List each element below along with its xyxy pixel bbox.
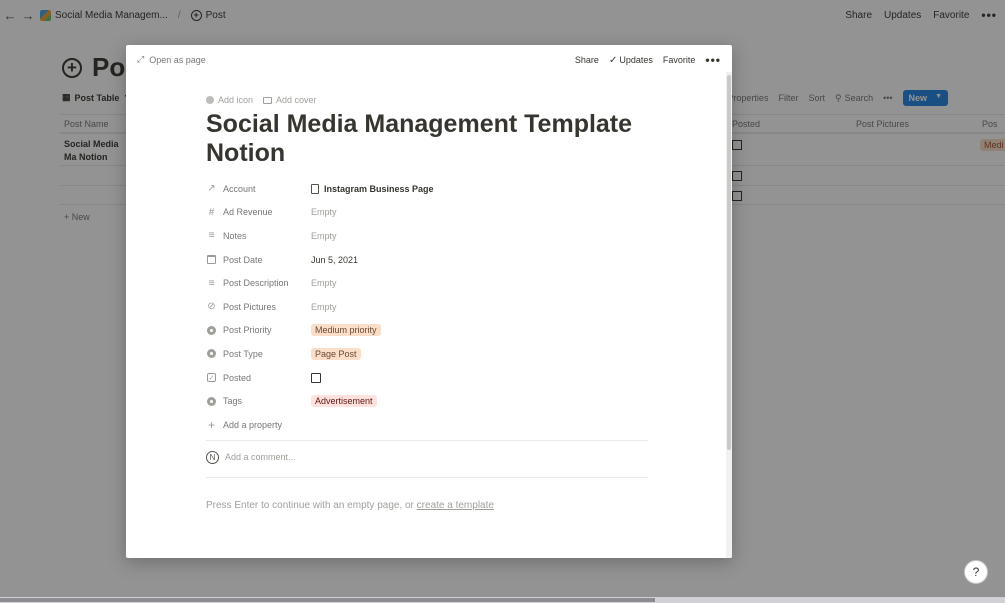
select-icon [207, 325, 216, 335]
modal-scrollbar-thumb[interactable] [727, 75, 731, 450]
number-icon: # [208, 206, 215, 218]
property-name: Post Description [223, 278, 289, 289]
property-name: Tags [223, 396, 243, 407]
page-title[interactable]: Social Media Management Template Notion [206, 110, 646, 168]
check-icon: ✓ [608, 54, 618, 66]
horizontal-scrollbar-thumb[interactable] [0, 598, 655, 602]
modal-actions: Share ✓ Updates Favorite ••• [575, 53, 721, 67]
add-cover-label: Add cover [276, 95, 317, 105]
calendar-icon [207, 255, 216, 265]
modal-updates-button[interactable]: ✓ Updates [609, 55, 653, 66]
property-name: Post Date [223, 254, 263, 265]
add-icon-button[interactable]: Add icon [206, 95, 253, 105]
property-value[interactable]: Jun 5, 2021 [311, 255, 358, 265]
expand-icon: ⤢ [137, 54, 145, 64]
modal-share-button[interactable]: Share [575, 55, 599, 65]
modal-favorite-button[interactable]: Favorite [663, 55, 696, 65]
property-post-type[interactable]: Post Type Page Post [206, 342, 648, 366]
property-name: Notes [223, 230, 247, 241]
property-value[interactable]: Empty [311, 302, 337, 312]
property-account[interactable]: ↗ Account Instagram Business Page [206, 177, 648, 201]
property-name: Post Priority [223, 325, 272, 336]
modal-more-icon[interactable]: ••• [705, 53, 721, 67]
open-as-page-button[interactable]: ⤢ Open as page [137, 54, 206, 65]
property-value[interactable]: Empty [311, 278, 337, 288]
document-icon [311, 183, 319, 194]
property-name: Account [223, 183, 256, 194]
property-post-description[interactable]: ≡ Post Description Empty [206, 271, 648, 295]
select-icon [207, 396, 216, 406]
page-controls: Add icon Add cover [206, 95, 648, 105]
property-value[interactable]: Empty [311, 207, 337, 217]
smiley-icon [206, 96, 214, 104]
comment-input[interactable]: Add a comment... [225, 452, 296, 462]
property-notes[interactable]: ≡ Notes Empty [206, 224, 648, 248]
hint-text: Press Enter to continue with an empty pa… [206, 499, 417, 511]
empty-page-hint: Press Enter to continue with an empty pa… [206, 500, 648, 511]
comment-box[interactable]: N Add a comment... [206, 441, 648, 474]
open-as-page-label: Open as page [149, 54, 206, 65]
plus-icon: + [207, 417, 215, 432]
property-post-date[interactable]: Post Date Jun 5, 2021 [206, 248, 648, 272]
post-type-tag[interactable]: Page Post [311, 347, 361, 360]
properties-list: ↗ Account Instagram Business Page # Ad Rev… [206, 177, 648, 437]
image-icon [263, 96, 273, 104]
tags-tag[interactable]: Advertisement [311, 395, 377, 408]
add-cover-button[interactable]: Add cover [263, 95, 317, 105]
create-template-link[interactable]: create a template [417, 500, 494, 511]
property-post-priority[interactable]: Post Priority Medium priority [206, 319, 648, 343]
property-name: Posted [223, 372, 252, 383]
attachment-icon: ⊘ [207, 301, 216, 313]
avatar: N [206, 450, 219, 464]
posted-checkbox[interactable] [311, 372, 321, 383]
horizontal-scrollbar[interactable] [0, 597, 1005, 603]
arrow-relation-icon: ↗ [207, 183, 216, 195]
add-icon-label: Add icon [218, 95, 254, 105]
property-ad-revenue[interactable]: # Ad Revenue Empty [206, 201, 648, 225]
property-post-pictures[interactable]: ⊘ Post Pictures Empty [206, 295, 648, 319]
text-icon: ≡ [208, 230, 215, 242]
property-name: Post Pictures [223, 301, 277, 312]
help-button[interactable]: ? [964, 560, 988, 584]
modal-updates-label: Updates [619, 55, 653, 65]
page-content: Add icon Add cover Social Media Manageme… [206, 95, 648, 511]
property-tags[interactable]: Tags Advertisement [206, 389, 648, 413]
property-name: Post Type [223, 348, 263, 359]
priority-tag[interactable]: Medium priority [311, 324, 381, 337]
checkbox-icon: ✓ [207, 373, 216, 383]
property-posted[interactable]: ✓ Posted [206, 366, 648, 390]
property-value[interactable]: Empty [311, 231, 337, 241]
page-peek-modal: ⤢ Open as page Share ✓ Updates Favorite … [126, 45, 732, 558]
divider [206, 476, 648, 478]
add-property-button[interactable]: + Add a property [206, 413, 648, 437]
property-value[interactable]: Instagram Business Page [324, 184, 434, 194]
text-icon: ≡ [208, 277, 215, 289]
property-name: Ad Revenue [223, 207, 273, 218]
select-icon [207, 349, 216, 359]
add-property-label: Add a property [223, 419, 283, 430]
